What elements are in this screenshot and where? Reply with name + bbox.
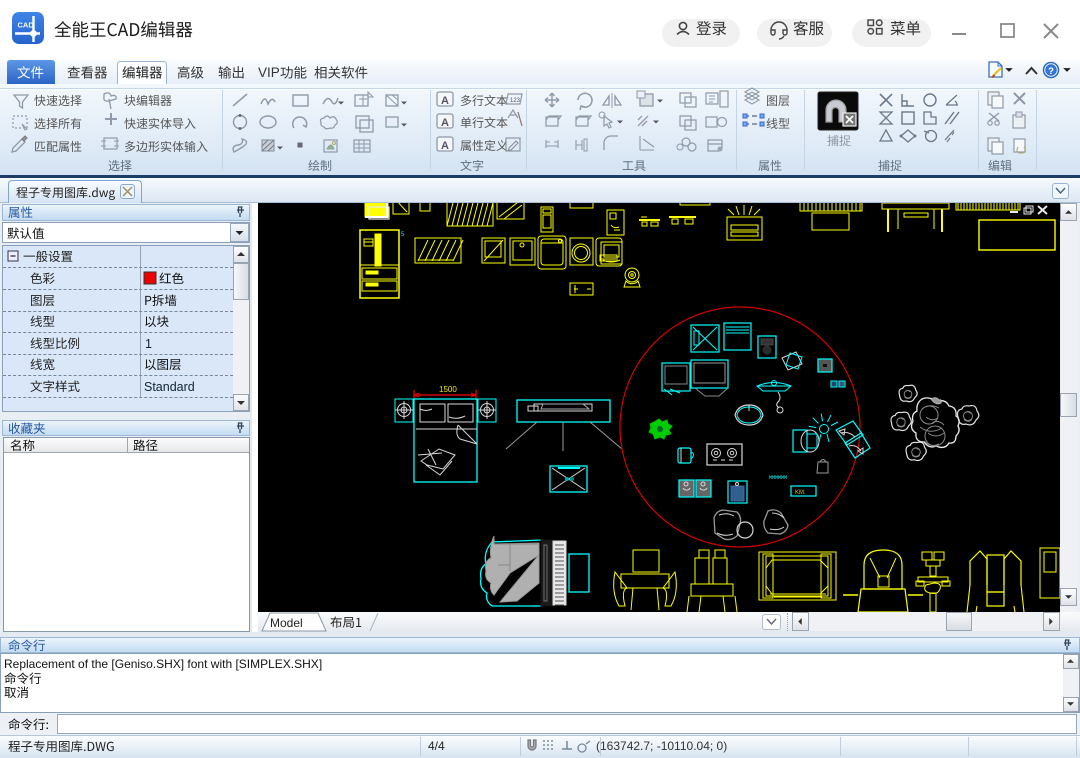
svg-text:5: 5	[401, 232, 405, 238]
svg-text:MMMMMM: MMMMMM	[769, 475, 787, 481]
svg-text:KM.: KM.	[795, 490, 806, 496]
svg-text:.: .	[717, 454, 718, 460]
svg-text:1500: 1500	[439, 385, 457, 394]
